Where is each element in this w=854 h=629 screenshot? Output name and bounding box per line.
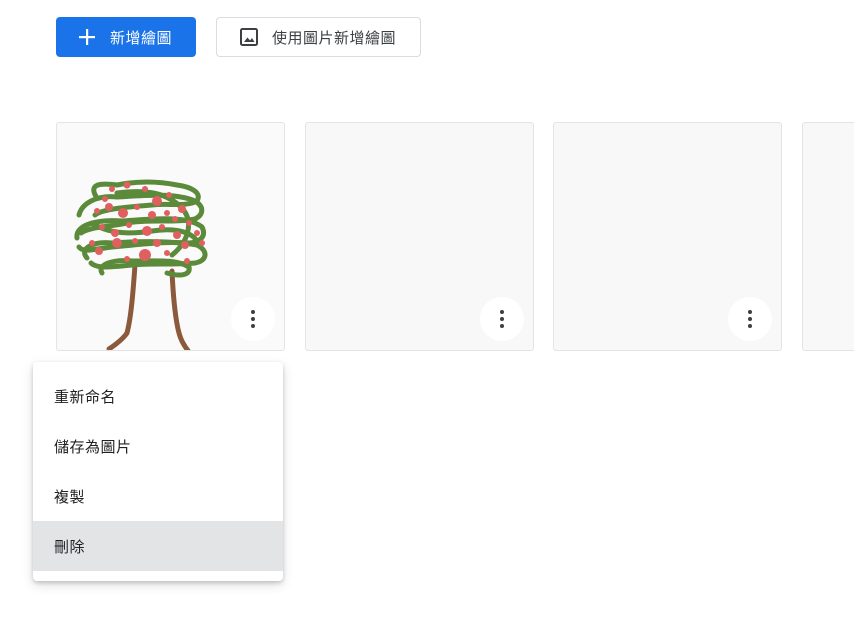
more-vert-icon [748,310,752,328]
card-more-button[interactable] [231,297,275,341]
menu-item-save-as-image[interactable]: 儲存為圖片 [33,421,283,471]
new-drawing-label: 新增繪圖 [110,28,173,47]
drawing-card[interactable] [305,122,534,351]
more-vert-icon [251,310,255,328]
card-more-button[interactable] [728,297,772,341]
plus-icon [79,29,95,45]
drawings-page: 新增繪圖 使用圖片新增繪圖 重新命名 儲存為圖片 複製 刪除 [0,0,854,629]
card-more-button[interactable] [480,297,524,341]
menu-item-delete[interactable]: 刪除 [33,521,283,571]
drawing-card[interactable] [802,122,854,351]
menu-item-copy[interactable]: 複製 [33,471,283,521]
drawing-card[interactable] [553,122,782,351]
drawing-card[interactable] [56,122,285,351]
more-vert-icon [500,310,504,328]
new-drawing-button[interactable]: 新增繪圖 [56,17,196,57]
new-drawing-from-image-button[interactable]: 使用圖片新增繪圖 [216,17,421,57]
menu-item-rename[interactable]: 重新命名 [33,371,283,421]
card-context-menu: 重新命名 儲存為圖片 複製 刪除 [33,362,283,581]
new-drawing-from-image-label: 使用圖片新增繪圖 [272,28,397,47]
image-icon [240,28,258,46]
